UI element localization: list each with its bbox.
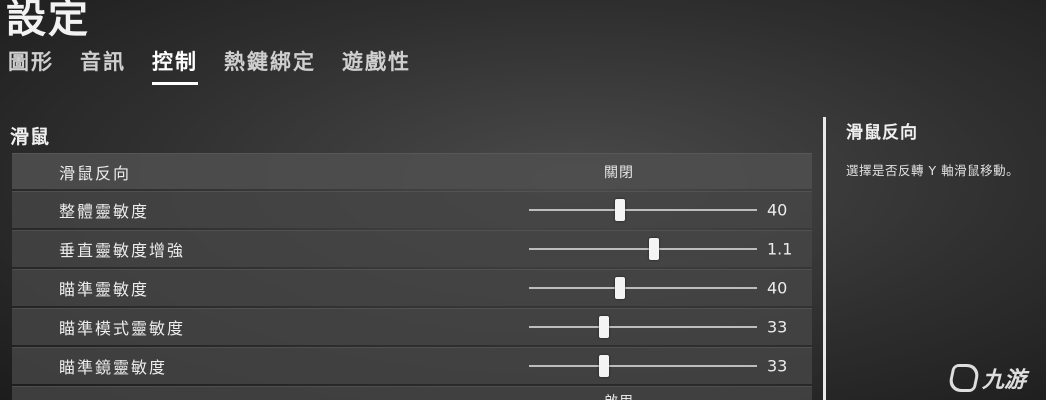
- tab-controls[interactable]: 控制: [152, 46, 198, 85]
- watermark-logo-icon: [947, 364, 981, 392]
- slider-track: [529, 326, 757, 328]
- setting-row-next-option[interactable]: 啟用: [12, 386, 812, 400]
- setting-label: 垂直靈敏度增強: [59, 241, 186, 260]
- setting-row-aim-mode-sensitivity: 瞄準模式靈敏度 33: [12, 308, 812, 345]
- slider-value: 33: [767, 356, 788, 376]
- slider-value: 40: [767, 278, 788, 298]
- setting-label: 滑鼠反向: [59, 163, 132, 183]
- invert-mouse-toggle[interactable]: 關閉: [604, 162, 634, 182]
- description-text: 選擇是否反轉 Y 軸滑鼠移動。: [846, 163, 1020, 178]
- slider-track: [529, 248, 757, 250]
- setting-label: 瞄準靈敏度: [59, 280, 150, 299]
- settings-list: 滑鼠反向 關閉 整體靈敏度 40 垂直靈敏度增強 1.1 瞄準靈敏度 40 瞄準…: [12, 153, 812, 400]
- watermark: 九游: [947, 362, 1027, 394]
- tab-keybindings[interactable]: 熱鍵綁定: [224, 46, 316, 85]
- setting-label: 整體靈敏度: [59, 202, 150, 221]
- section-title-mouse: 滑鼠: [10, 126, 51, 148]
- setting-row-vertical-sensitivity-boost: 垂直靈敏度增強 1.1: [12, 230, 812, 267]
- tab-graphics[interactable]: 圖形: [8, 46, 54, 85]
- watermark-text: 九游: [982, 368, 1027, 393]
- setting-label: 瞄準模式靈敏度: [59, 319, 186, 338]
- scope-sensitivity-slider[interactable]: [529, 354, 757, 378]
- slider-track: [529, 365, 757, 367]
- tab-gameplay[interactable]: 遊戲性: [342, 46, 411, 85]
- slider-thumb[interactable]: [599, 355, 610, 377]
- description-title: 滑鼠反向: [846, 123, 918, 143]
- slider-thumb[interactable]: [599, 316, 610, 338]
- aim-mode-sensitivity-slider[interactable]: [529, 315, 757, 339]
- vertical-sensitivity-boost-slider[interactable]: [529, 237, 757, 261]
- slider-thumb[interactable]: [615, 277, 626, 299]
- tab-audio[interactable]: 音訊: [80, 46, 126, 85]
- aim-sensitivity-slider[interactable]: [529, 276, 757, 300]
- setting-row-overall-sensitivity: 整體靈敏度 40: [12, 191, 812, 228]
- setting-row-scope-sensitivity: 瞄準鏡靈敏度 33: [12, 347, 812, 384]
- slider-value: 1.1: [767, 239, 793, 259]
- slider-value: 33: [767, 317, 788, 337]
- slider-track: [529, 287, 757, 289]
- description-panel-divider: [823, 117, 826, 400]
- overall-sensitivity-slider[interactable]: [529, 198, 757, 222]
- page-title: 設定: [6, 0, 90, 42]
- slider-thumb[interactable]: [649, 238, 660, 260]
- settings-tabs: 圖形 音訊 控制 熱鍵綁定 遊戲性: [8, 46, 437, 85]
- slider-track: [529, 209, 757, 211]
- setting-label: 瞄準鏡靈敏度: [59, 358, 168, 377]
- setting-row-aim-sensitivity: 瞄準靈敏度 40: [12, 269, 812, 306]
- setting-row-invert-mouse[interactable]: 滑鼠反向 關閉: [12, 153, 812, 189]
- slider-value: 40: [767, 200, 788, 220]
- next-option-toggle[interactable]: 啟用: [604, 391, 634, 400]
- slider-thumb[interactable]: [615, 199, 626, 221]
